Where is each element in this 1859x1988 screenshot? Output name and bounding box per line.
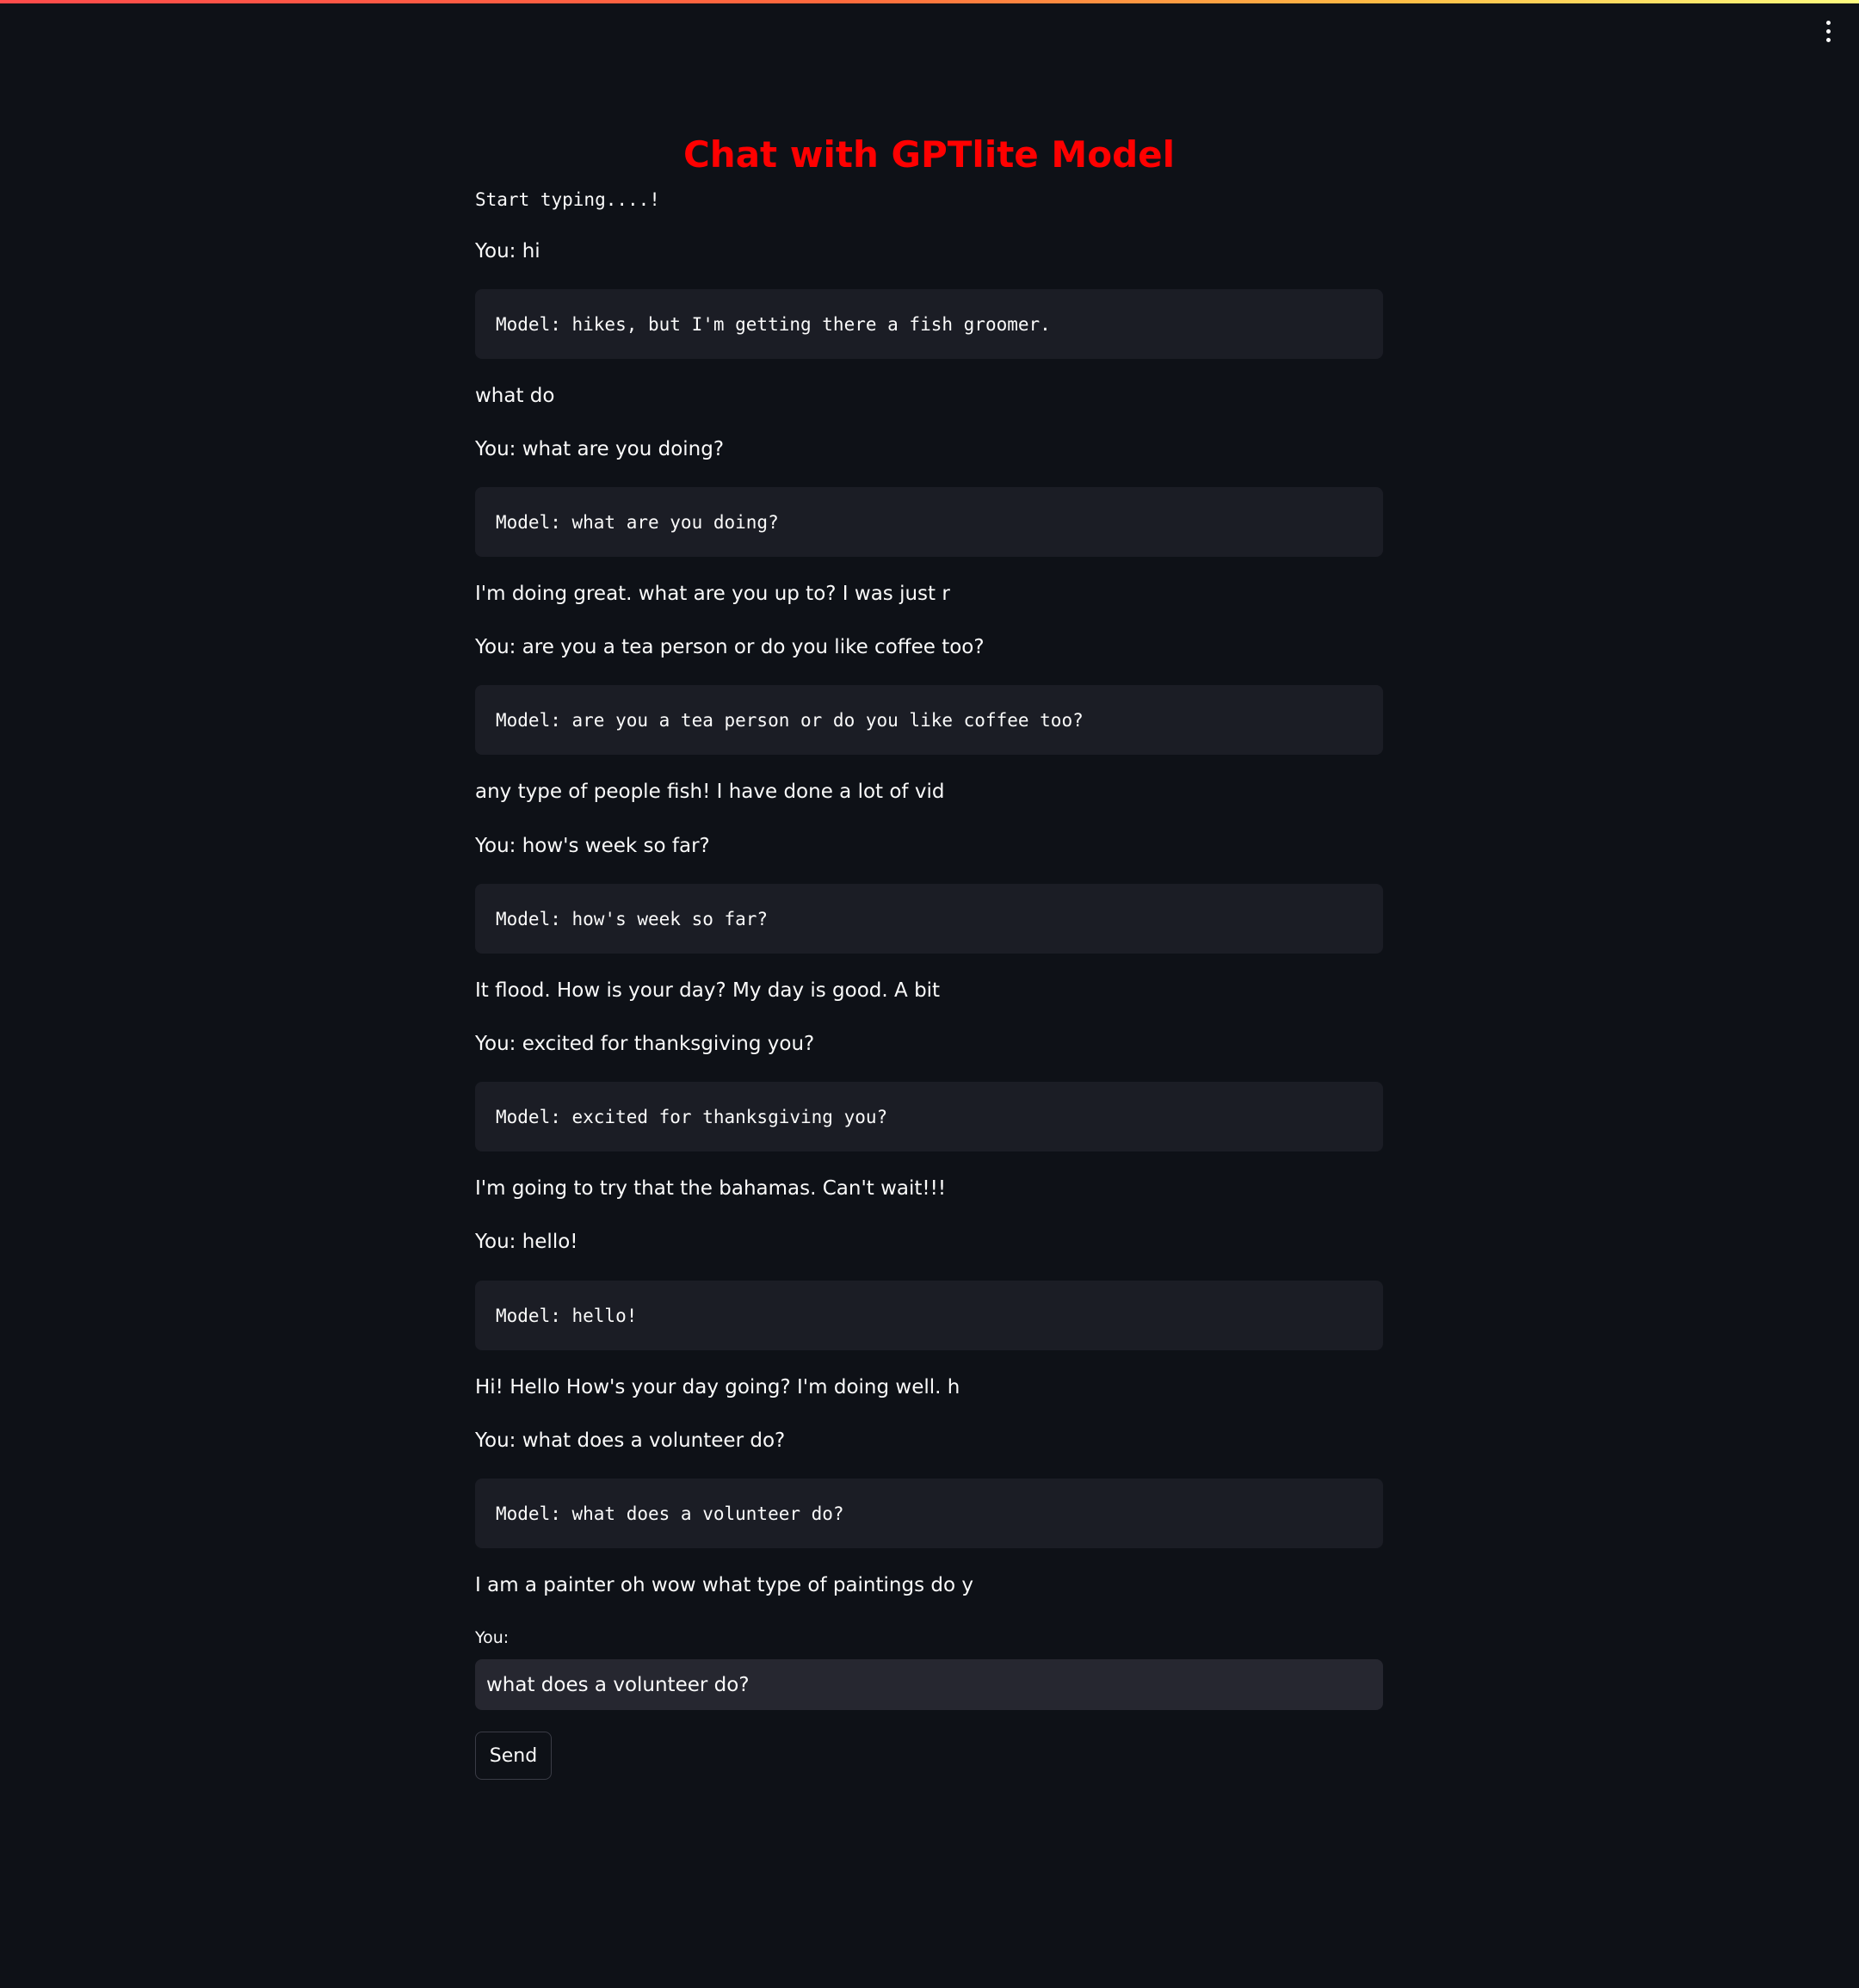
model-response-text: Model: how's week so far? <box>496 908 769 929</box>
intro-text: Start typing....! <box>475 189 660 210</box>
app-header-decoration <box>0 0 1859 3</box>
input-label: You: <box>475 1628 510 1647</box>
model-response-text: Model: hello! <box>496 1305 638 1326</box>
model-response-block: Model: hikes, but I'm getting there a fi… <box>475 289 1383 359</box>
model-continuation: I'm doing great. what are you up to? I w… <box>475 583 950 605</box>
model-response-text: Model: what does a volunteer do? <box>496 1503 844 1524</box>
kebab-vertical-icon <box>1825 20 1831 42</box>
user-message: You: hello! <box>475 1231 578 1253</box>
model-continuation: It flood. How is your day? My day is goo… <box>475 979 941 1002</box>
main-menu-button[interactable] <box>1811 12 1845 50</box>
user-message: You: excited for thanksgiving you? <box>475 1033 815 1055</box>
user-message: You: what are you doing? <box>475 438 725 460</box>
model-response-block: Model: hello! <box>475 1281 1383 1350</box>
model-response-block: Model: are you a tea person or do you li… <box>475 685 1383 755</box>
user-message: You: how's week so far? <box>475 835 710 857</box>
model-continuation: Hi! Hello How's your day going? I'm doin… <box>475 1376 960 1398</box>
model-continuation: what do <box>475 385 555 407</box>
user-message: You: hi <box>475 240 540 262</box>
model-response-text: Model: hikes, but I'm getting there a fi… <box>496 313 1051 335</box>
model-response-block: Model: how's week so far? <box>475 884 1383 954</box>
send-button[interactable]: Send <box>475 1732 552 1780</box>
model-response-text: Model: excited for thanksgiving you? <box>496 1106 888 1127</box>
page-title: Chat with GPTlite Model <box>682 133 1176 176</box>
model-response-block: Model: excited for thanksgiving you? <box>475 1082 1383 1151</box>
chat-input[interactable] <box>475 1659 1383 1710</box>
model-response-text: Model: are you a tea person or do you li… <box>496 709 1084 731</box>
user-message: You: what does a volunteer do? <box>475 1429 786 1452</box>
model-response-block: Model: what are you doing? <box>475 487 1383 557</box>
model-continuation: I am a painter oh wow what type of paint… <box>475 1574 973 1596</box>
model-continuation: any type of people fish! I have done a l… <box>475 781 945 803</box>
user-message: You: are you a tea person or do you like… <box>475 636 985 658</box>
model-response-text: Model: what are you doing? <box>496 511 779 533</box>
model-continuation: I'm going to try that the bahamas. Can't… <box>475 1177 947 1200</box>
model-response-block: Model: what does a volunteer do? <box>475 1479 1383 1548</box>
